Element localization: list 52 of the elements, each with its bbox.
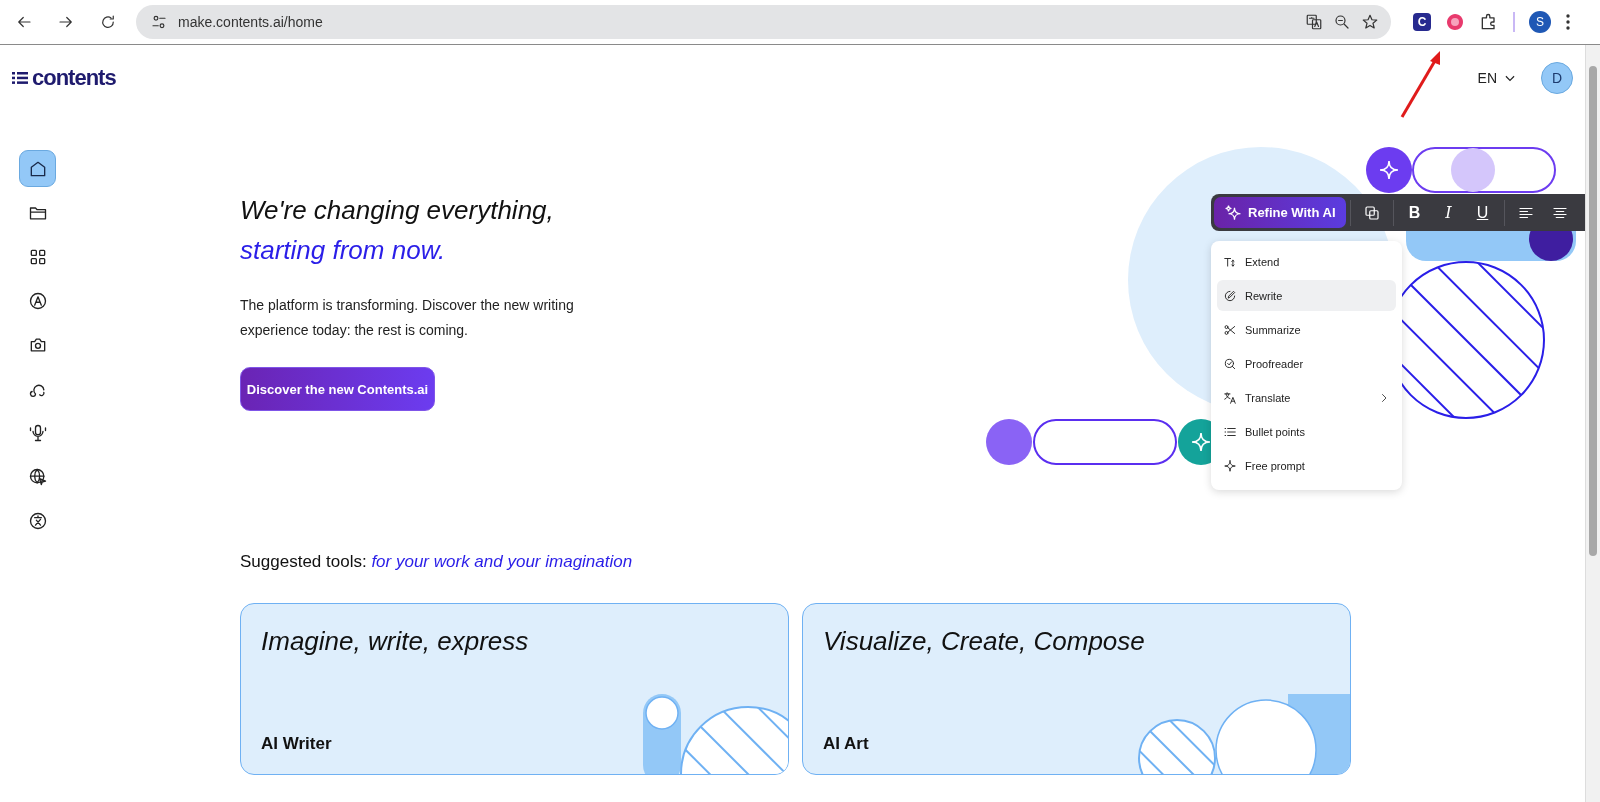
italic-button[interactable]: I bbox=[1431, 197, 1466, 228]
tool-card[interactable]: Imagine, write, express AI Writer bbox=[240, 603, 789, 775]
extension-icon[interactable] bbox=[1445, 12, 1465, 32]
scissors-icon bbox=[1223, 322, 1237, 337]
card-title: AI Writer bbox=[261, 734, 333, 754]
section-subheading: for your work and your imagination bbox=[371, 552, 633, 571]
card-tagline: Imagine, write, express bbox=[261, 626, 530, 657]
menu-item[interactable]: Summarize bbox=[1217, 314, 1396, 345]
extension-icon[interactable]: C bbox=[1413, 13, 1431, 31]
card-tagline: Visualize, Create, Compose bbox=[823, 626, 1146, 657]
star-icon[interactable] bbox=[1361, 13, 1379, 31]
logo[interactable]: contents bbox=[32, 64, 116, 91]
sparkles-icon bbox=[1224, 203, 1242, 222]
reload-icon[interactable] bbox=[99, 13, 117, 31]
menu-item[interactable]: Extend bbox=[1217, 246, 1396, 277]
pen-circle-icon bbox=[1223, 288, 1237, 303]
discover-button[interactable]: Discover the new Contents.ai bbox=[240, 367, 435, 411]
menu-item[interactable]: Free prompt bbox=[1217, 450, 1396, 481]
magnifier-check-icon bbox=[1223, 356, 1237, 371]
refine-button[interactable]: Refine With AI bbox=[1214, 197, 1346, 228]
scrollbar[interactable] bbox=[1585, 45, 1600, 802]
sidebar-item[interactable] bbox=[19, 150, 56, 187]
address-bar[interactable]: make.contents.ai/home bbox=[136, 5, 1391, 39]
tool-card[interactable]: Visualize, Create, Compose AI Art bbox=[802, 603, 1351, 775]
menu-item[interactable]: Bullet points bbox=[1217, 416, 1396, 447]
sparkle-icon bbox=[1223, 458, 1237, 473]
letter-circle-icon bbox=[27, 290, 48, 311]
hero-title: We're changing everything, bbox=[240, 194, 554, 227]
profile-avatar[interactable]: S bbox=[1529, 11, 1551, 33]
card-title: AI Art bbox=[823, 734, 870, 754]
menu-item[interactable]: Proofreader bbox=[1217, 348, 1396, 379]
translate-icon bbox=[27, 510, 48, 531]
menu-icon[interactable] bbox=[1565, 13, 1571, 31]
zoom-out-icon[interactable] bbox=[1333, 13, 1351, 31]
menu-item[interactable]: Translate bbox=[1217, 382, 1396, 413]
copy-icon bbox=[1362, 203, 1381, 222]
user-avatar[interactable]: D bbox=[1541, 61, 1573, 94]
microphone-icon bbox=[27, 422, 48, 443]
hero-description: The platform is transforming. Discover the new writing experience today: the rest is coming. bbox=[240, 296, 575, 340]
logo-list-icon bbox=[12, 71, 28, 84]
site-settings-icon[interactable] bbox=[150, 13, 168, 31]
translate-icon[interactable] bbox=[1305, 13, 1323, 31]
globe-cursor-icon bbox=[27, 466, 48, 487]
underline-button[interactable]: U bbox=[1465, 197, 1500, 228]
translate-icon bbox=[1223, 390, 1237, 405]
circle-drawing bbox=[986, 419, 1032, 465]
bold-button[interactable]: B bbox=[1397, 197, 1432, 228]
hero-title-accent: starting from now. bbox=[240, 234, 446, 267]
menu-item[interactable]: Rewrite bbox=[1217, 280, 1396, 311]
language-selector[interactable]: EN bbox=[1471, 68, 1523, 87]
sparkle-circle-drawing bbox=[1366, 147, 1412, 193]
section-heading: Suggested tools: bbox=[240, 552, 367, 571]
